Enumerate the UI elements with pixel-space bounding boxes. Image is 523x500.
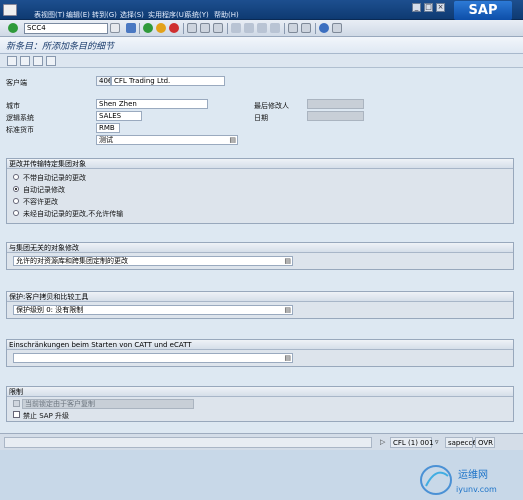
currency-label: 标准货币 — [6, 126, 34, 134]
radio-automatic-recording[interactable] — [13, 186, 19, 192]
changes-transports-title: 更改并传输特定集团对象 — [7, 159, 513, 169]
protection-level-field[interactable]: 保护级别 0: 没有限制 ▤ — [13, 305, 293, 315]
watermark-url: iyunv.com — [456, 485, 497, 494]
customize-layout-icon[interactable] — [332, 23, 342, 33]
catt-restrictions-title: Einschränkungen beim Starten von CATT un… — [7, 340, 513, 350]
cross-client-changes-title: 与集团无关的对象修改 — [7, 243, 513, 253]
last-page-icon[interactable] — [270, 23, 280, 33]
status-bar: ▷ CFL (1) 001 ▿ sapecc6 OVR — [0, 433, 523, 450]
page-title: 新条目：所添加条目的细节 — [6, 42, 115, 52]
display-change-icon[interactable] — [7, 56, 17, 66]
system-info: CFL (1) 001 — [390, 437, 434, 448]
status-message — [4, 437, 372, 448]
restrictions-title: 限制 — [7, 387, 513, 397]
menu-table-view[interactable]: 表视图(T) — [34, 10, 65, 20]
client-number-field[interactable]: 406 — [96, 76, 111, 86]
currency-field[interactable]: RMB — [96, 123, 120, 133]
print-icon[interactable] — [187, 23, 197, 33]
protection-level-value: 保护级别 0: 没有限制 — [16, 306, 84, 314]
date-label: 日期 — [254, 114, 268, 122]
status-triangle-icon[interactable]: ▷ — [380, 438, 385, 446]
restrictions-group: 限制 当前锁定由于客户复制 禁止 SAP 升级 — [6, 386, 514, 422]
close-icon[interactable]: × — [436, 3, 445, 12]
catt-restrictions-field[interactable]: ▤ — [13, 353, 293, 363]
cancel-icon[interactable] — [169, 23, 179, 33]
next-page-icon[interactable] — [257, 23, 267, 33]
maximize-icon[interactable]: □ — [424, 3, 433, 12]
protection-title: 保护:客户拷贝和比较工具 — [7, 292, 513, 302]
cross-client-changes-value: 允许的对资源库和跨集团定制的更改 — [16, 257, 128, 265]
exit-icon[interactable] — [156, 23, 166, 33]
help-icon[interactable] — [319, 23, 329, 33]
radio-changes-no-transport-label: 未经自动记录的更改,不允许传输 — [23, 210, 124, 218]
value-help-icon[interactable]: ▤ — [284, 306, 291, 314]
find-next-icon[interactable] — [213, 23, 223, 33]
client-name-field[interactable]: CFL Trading Ltd. — [111, 76, 225, 86]
logical-system-label: 逻辑系统 — [6, 114, 34, 122]
client-role-field[interactable]: 测试 ▤ — [96, 135, 238, 145]
new-session-icon[interactable] — [288, 23, 298, 33]
command-dropdown-icon[interactable] — [110, 23, 120, 33]
menu-goto[interactable]: 转到(G) — [92, 10, 117, 20]
system-dropdown-icon[interactable]: ▿ — [435, 438, 439, 446]
copy-entry-icon[interactable] — [20, 56, 30, 66]
menu-utilities[interactable]: 实用程序(U) — [148, 10, 187, 20]
menu-edit[interactable]: 编辑(E) — [66, 10, 90, 20]
sap-logo: SAP — [454, 1, 512, 20]
logical-system-field[interactable]: SALES — [96, 111, 142, 121]
previous-page-icon[interactable] — [244, 23, 254, 33]
last-changed-by-label: 最后修改人 — [254, 102, 289, 110]
menu-system[interactable]: 系统(Y) — [185, 10, 209, 20]
changes-transports-group: 更改并传输特定集团对象 不带自动记录的更改 自动记录修改 不容许更改 未经自动记… — [6, 158, 514, 224]
locked-client-copy-checkbox — [13, 400, 20, 407]
window-menu-icon[interactable] — [3, 4, 17, 16]
city-field[interactable]: Shen Zhen — [96, 99, 208, 109]
shortcut-icon[interactable] — [301, 23, 311, 33]
previous-entry-icon[interactable] — [33, 56, 43, 66]
menu-selection[interactable]: 选择(S) — [120, 10, 144, 20]
value-help-icon[interactable]: ▤ — [229, 136, 236, 144]
find-icon[interactable] — [200, 23, 210, 33]
watermark-logo: 运维网 iyunv.com — [420, 465, 497, 495]
standard-toolbar: SCC4 — [0, 20, 523, 37]
radio-no-changes-allowed[interactable] — [13, 198, 19, 204]
radio-automatic-recording-label: 自动记录修改 — [23, 186, 65, 194]
next-entry-icon[interactable] — [46, 56, 56, 66]
command-field[interactable]: SCC4 — [24, 23, 108, 34]
back-icon[interactable] — [143, 23, 153, 33]
protect-sap-upgrade-checkbox[interactable] — [13, 411, 20, 418]
catt-restrictions-group: Einschränkungen beim Starten von CATT un… — [6, 339, 514, 367]
menu-bar: 表视图(T) 编辑(E) 转到(G) 选择(S) 实用程序(U) 系统(Y) 帮… — [0, 0, 523, 20]
cross-client-changes-field[interactable]: 允许的对资源库和跨集团定制的更改 ▤ — [13, 256, 293, 266]
protect-sap-upgrade-label: 禁止 SAP 升级 — [23, 412, 70, 420]
protection-group: 保护:客户拷贝和比较工具 保护级别 0: 没有限制 ▤ — [6, 291, 514, 319]
radio-changes-no-transport[interactable] — [13, 210, 19, 216]
watermark-text: 运维网 — [458, 468, 488, 481]
input-mode: OVR — [475, 437, 495, 448]
client-role-value: 测试 — [99, 136, 113, 144]
minimize-icon[interactable]: _ — [412, 3, 421, 12]
locked-client-copy-label: 当前锁定由于客户复制 — [22, 399, 194, 409]
work-area: 客户端 406 CFL Trading Ltd. 城市 Shen Zhen 逻辑… — [0, 68, 523, 495]
date-field — [307, 111, 364, 121]
client-label: 客户端 — [6, 79, 27, 87]
menu-help[interactable]: 帮助(H) — [214, 10, 239, 20]
value-help-icon[interactable]: ▤ — [284, 354, 291, 362]
radio-changes-no-recording-label: 不带自动记录的更改 — [23, 174, 86, 182]
screen-title-bar: 新条目：所添加条目的细节 — [0, 37, 523, 54]
last-changed-by-field — [307, 99, 364, 109]
application-toolbar — [0, 54, 523, 68]
radio-no-changes-allowed-label: 不容许更改 — [23, 198, 58, 206]
server-info: sapecc6 — [445, 437, 477, 448]
radio-changes-no-recording[interactable] — [13, 174, 19, 180]
first-page-icon[interactable] — [231, 23, 241, 33]
enter-icon[interactable] — [8, 23, 18, 33]
cross-client-changes-group: 与集团无关的对象修改 允许的对资源库和跨集团定制的更改 ▤ — [6, 242, 514, 270]
value-help-icon[interactable]: ▤ — [284, 257, 291, 265]
save-icon[interactable] — [126, 23, 136, 33]
city-label: 城市 — [6, 102, 20, 110]
